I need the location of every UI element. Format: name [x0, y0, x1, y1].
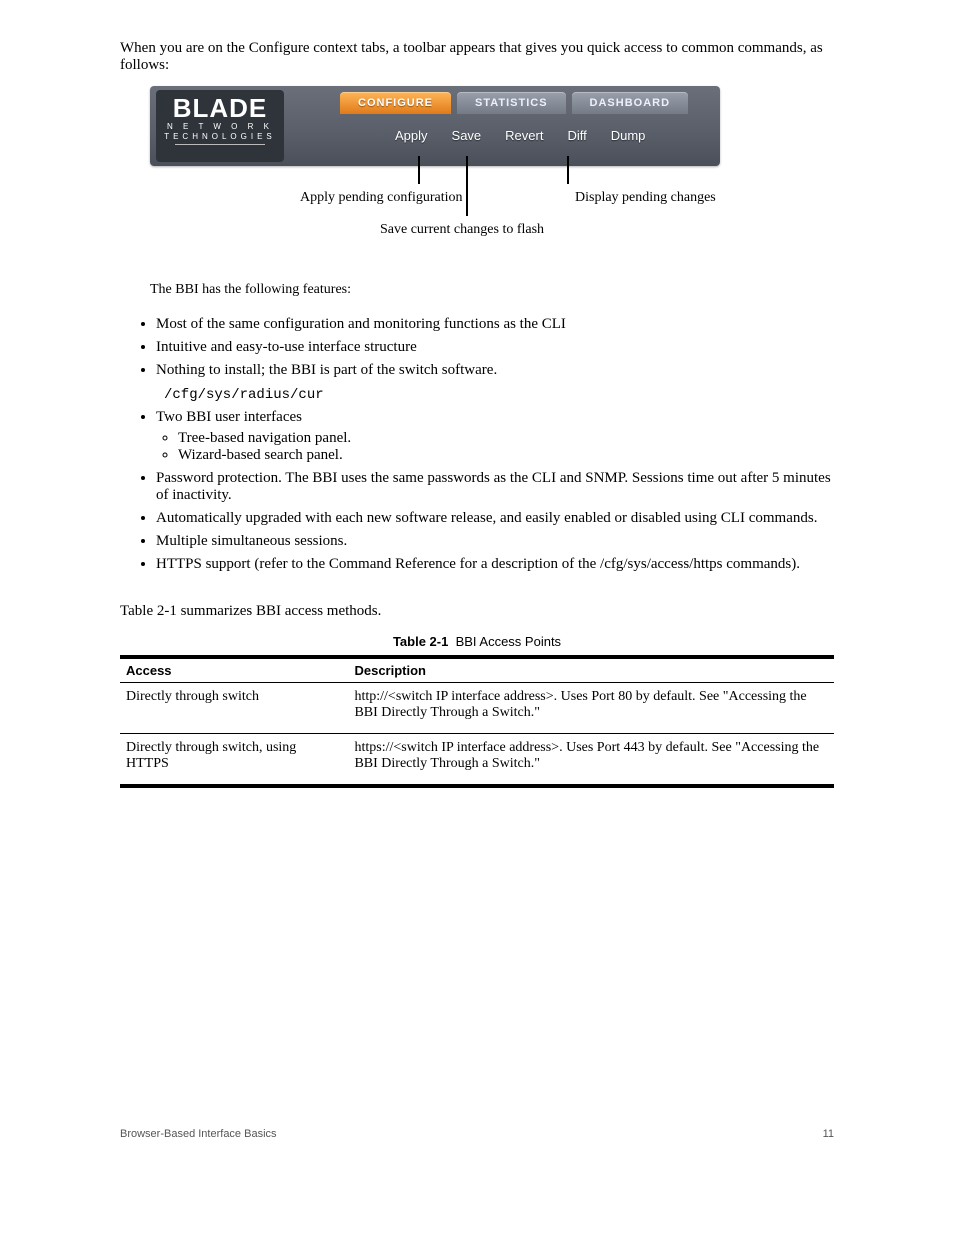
table-caption: Table 2-1 BBI Access Points	[120, 634, 834, 649]
toolbar-apply[interactable]: Apply	[395, 128, 428, 143]
footer-page-number: 11	[823, 1128, 834, 1140]
intro-paragraph: When you are on the Configure context ta…	[120, 40, 834, 74]
access-table: Access Description Directly through swit…	[120, 655, 834, 788]
toolbar-revert[interactable]: Revert	[505, 128, 543, 143]
table-row: Directly through switch http://<switch I…	[120, 683, 834, 734]
list-item: Multiple simultaneous sessions.	[156, 533, 834, 550]
toolbar-dump[interactable]: Dump	[611, 128, 646, 143]
tab-configure[interactable]: CONFIGURE	[340, 92, 451, 114]
table-intro: Table 2-1 summarizes BBI access methods.	[120, 603, 834, 620]
tab-dashboard[interactable]: DASHBOARD	[572, 92, 689, 114]
callout-diff: Display pending changes	[575, 190, 716, 206]
toolbar-save[interactable]: Save	[452, 128, 482, 143]
feature-list: Most of the same configuration and monit…	[138, 316, 834, 573]
list-item: Password protection. The BBI uses the sa…	[156, 470, 834, 504]
list-item: Most of the same configuration and monit…	[156, 316, 834, 333]
configure-banner: BLADE N E T W O R K TECHNOLOGIES CONFIGU…	[150, 86, 720, 166]
list-item: Two BBI user interfaces Tree-based navig…	[156, 409, 834, 464]
callout-labels: Apply pending configuration Save current…	[150, 176, 720, 306]
col-access: Access	[120, 657, 348, 683]
code-path: /cfg/sys/radius/cur	[164, 387, 834, 403]
blade-logo: BLADE N E T W O R K TECHNOLOGIES	[156, 90, 284, 162]
list-item: Automatically upgraded with each new sof…	[156, 510, 834, 527]
col-description: Description	[348, 657, 834, 683]
list-item: Intuitive and easy-to-use interface stru…	[156, 339, 834, 356]
callout-save: Save current changes to flash	[380, 222, 544, 238]
table-row: Directly through switch, using HTTPS htt…	[120, 734, 834, 787]
list-item: Wizard-based search panel.	[178, 447, 834, 464]
footer-left: Browser-Based Interface Basics	[120, 1128, 277, 1140]
toolbar-diff[interactable]: Diff	[567, 128, 586, 143]
list-item: HTTPS support (refer to the Command Refe…	[156, 556, 834, 573]
list-item: Tree-based navigation panel.	[178, 430, 834, 447]
list-item: Nothing to install; the BBI is part of t…	[156, 362, 834, 403]
features-intro: The BBI has the following features:	[150, 282, 351, 298]
tab-statistics[interactable]: STATISTICS	[457, 92, 566, 114]
callout-apply: Apply pending configuration	[300, 190, 463, 206]
